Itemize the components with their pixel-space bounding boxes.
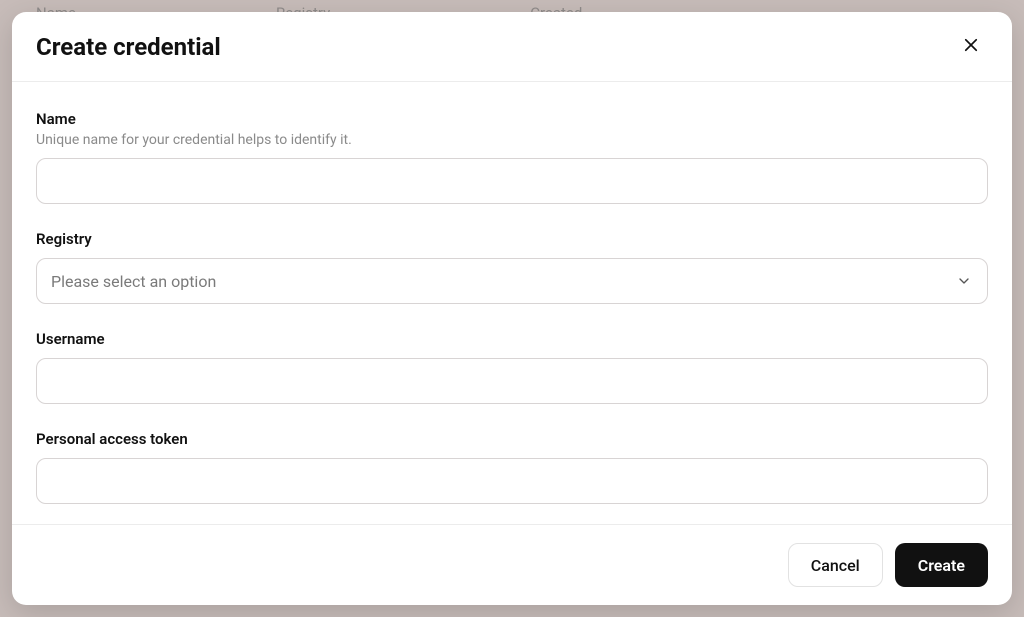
modal-body: Name Unique name for your credential hel… [12,82,1012,524]
modal-header: Create credential [12,12,1012,82]
create-button[interactable]: Create [895,543,988,587]
modal-footer: Cancel Create [12,524,1012,605]
name-label: Name [36,110,988,128]
create-credential-modal: Create credential Name Unique name for y… [12,12,1012,605]
close-button[interactable] [958,32,984,61]
username-input[interactable] [36,358,988,404]
token-label: Personal access token [36,430,988,448]
field-group-registry: Registry Please select an option [36,230,988,304]
field-group-name: Name Unique name for your credential hel… [36,110,988,204]
field-group-token: Personal access token [36,430,988,504]
cancel-button[interactable]: Cancel [788,543,883,587]
username-label: Username [36,330,988,348]
modal-title: Create credential [36,33,221,61]
name-input[interactable] [36,158,988,204]
field-group-username: Username [36,330,988,404]
close-icon [962,36,980,57]
registry-select-wrapper: Please select an option [36,258,988,304]
name-hint: Unique name for your credential helps to… [36,132,988,148]
registry-select[interactable]: Please select an option [36,258,988,304]
registry-label: Registry [36,230,988,248]
token-input[interactable] [36,458,988,504]
